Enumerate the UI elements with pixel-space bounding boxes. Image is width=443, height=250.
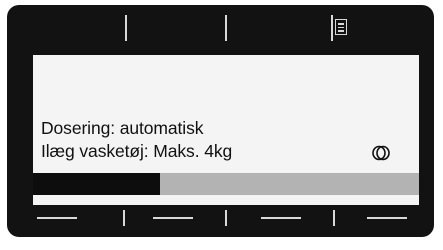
dosage-text: Dosering: automatisk <box>41 118 204 138</box>
bottom-separator <box>123 210 125 226</box>
bottom-separator <box>225 210 227 226</box>
menu-list-icon[interactable] <box>335 19 347 35</box>
bottom-separator <box>333 210 335 226</box>
top-separator <box>225 15 227 41</box>
softkey-4[interactable] <box>367 217 407 219</box>
progress-bar <box>33 173 419 195</box>
softkey-2[interactable] <box>153 217 193 219</box>
display-screen: Dosering: automatisk Ilæg vasketøj: Maks… <box>33 55 419 205</box>
top-separator <box>331 15 333 41</box>
control-panel: Dosering: automatisk Ilæg vasketøj: Maks… <box>7 5 434 237</box>
top-separator <box>125 15 127 41</box>
progress-fill <box>33 173 161 195</box>
load-text: Ilæg vasketøj: Maks. 4kg <box>41 141 233 161</box>
double-ring-icon <box>372 145 390 161</box>
softkey-3[interactable] <box>261 217 301 219</box>
softkey-1[interactable] <box>37 217 77 219</box>
